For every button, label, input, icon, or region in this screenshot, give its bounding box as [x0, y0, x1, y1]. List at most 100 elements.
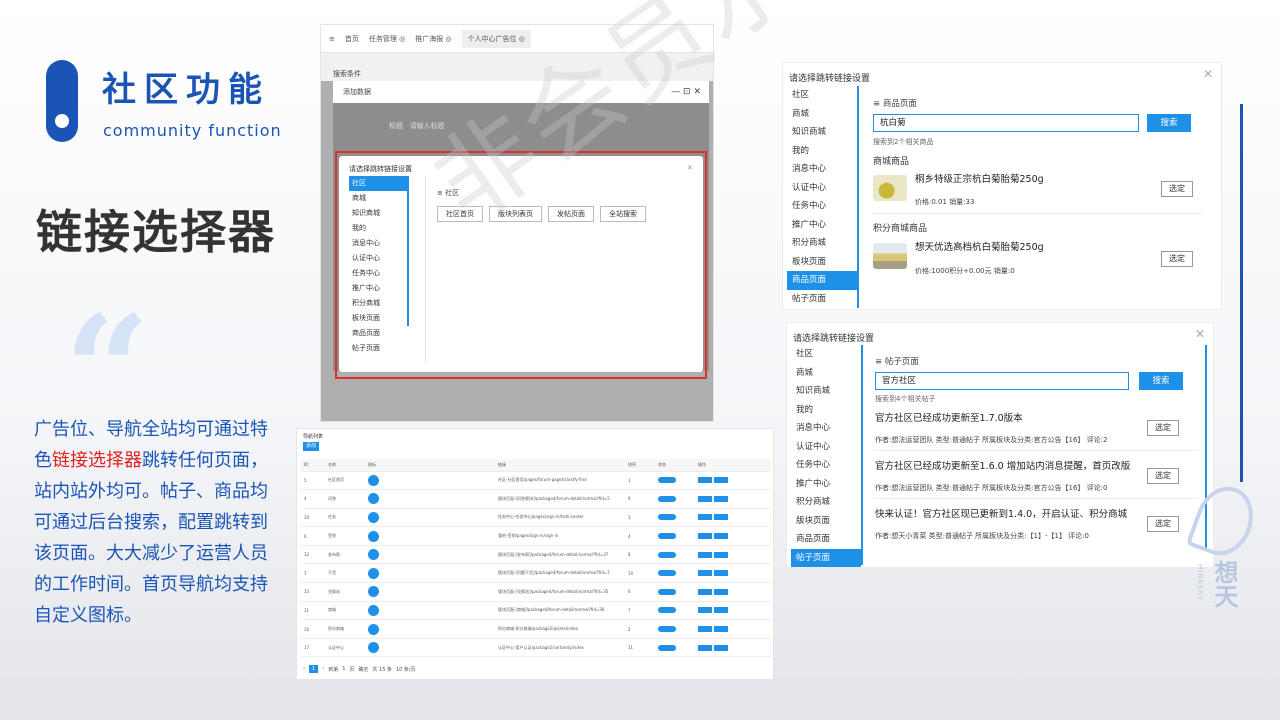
menu-item[interactable]: 商品页面 — [349, 326, 407, 341]
goto-input[interactable]: 1 — [342, 666, 345, 672]
menu-item[interactable]: 知识商城 — [349, 206, 407, 221]
search-button[interactable]: 搜索 — [1139, 372, 1183, 390]
menu-item[interactable]: 社区 — [349, 176, 407, 191]
menu-item[interactable]: 板块页面 — [787, 253, 857, 272]
menu-item[interactable]: 版块页面 — [791, 512, 861, 531]
page-number[interactable]: 1 — [309, 665, 319, 673]
edit-button[interactable] — [698, 570, 712, 577]
status-toggle[interactable] — [658, 588, 676, 595]
status-toggle[interactable] — [658, 533, 676, 540]
edit-button[interactable] — [698, 626, 712, 633]
menu-item[interactable]: 认证中心 — [349, 251, 407, 266]
edit-button[interactable] — [698, 607, 712, 614]
menu-item-active[interactable]: 商品页面 — [787, 271, 857, 290]
add-button[interactable]: 添加 — [303, 442, 319, 451]
close-icon[interactable]: ✕ — [1195, 327, 1205, 341]
confirm-button[interactable]: 确定 — [358, 666, 368, 673]
tab-ad-slot[interactable]: 个人中心广告位 ◎ — [461, 29, 531, 48]
tab-poster[interactable]: 推广海报 ◎ — [415, 34, 451, 44]
delete-button[interactable] — [714, 607, 728, 614]
menu-item[interactable]: 商城 — [349, 191, 407, 206]
status-toggle[interactable] — [658, 607, 676, 614]
delete-button[interactable] — [714, 533, 728, 540]
menu-item[interactable]: 积分商城 — [791, 493, 861, 512]
menu-item[interactable]: 商城 — [787, 105, 857, 124]
tab-task[interactable]: 任务管理 ◎ — [369, 34, 405, 44]
menu-item[interactable]: 推广中心 — [787, 216, 857, 235]
menu-scrollbar[interactable] — [857, 86, 859, 308]
search-button[interactable]: 搜索 — [1147, 114, 1191, 132]
delete-button[interactable] — [714, 626, 728, 633]
menu-item[interactable]: 任务中心 — [787, 197, 857, 216]
menu-item[interactable]: 社区 — [787, 86, 857, 105]
menu-item[interactable]: 认证中心 — [791, 438, 861, 457]
select-button[interactable]: 选定 — [1147, 420, 1179, 436]
status-toggle[interactable] — [658, 495, 676, 502]
menu-item[interactable]: 任务中心 — [791, 456, 861, 475]
menu-scrollbar[interactable] — [407, 176, 409, 326]
product-link-dialog: 请选择跳转链接设置 ✕ 社区 商城 知识商城 我的 消息中心 认证中心 任务中心… — [782, 62, 1222, 310]
delete-button[interactable] — [714, 570, 728, 577]
menu-item[interactable]: 推广中心 — [791, 475, 861, 494]
edit-button[interactable] — [698, 551, 712, 558]
tab-home[interactable]: 首页 — [345, 34, 359, 44]
delete-button[interactable] — [714, 477, 728, 484]
menu-scrollbar[interactable] — [861, 345, 863, 565]
menu-item[interactable]: 推广中心 — [349, 281, 407, 296]
menu-icon[interactable]: ≡ — [329, 35, 335, 43]
edit-button[interactable] — [698, 477, 712, 484]
delete-button[interactable] — [714, 551, 728, 558]
menu-item[interactable]: 我的 — [349, 221, 407, 236]
window-controls-icon[interactable]: — ⊡ ✕ — [671, 87, 701, 97]
select-button[interactable]: 选定 — [1161, 251, 1193, 267]
product-search-input[interactable]: 杭白菊 — [873, 114, 1139, 132]
close-icon[interactable]: ✕ — [687, 164, 693, 174]
prev-page-icon[interactable]: ‹ — [303, 666, 305, 672]
next-page-icon[interactable]: › — [322, 666, 324, 672]
menu-item[interactable]: 消息中心 — [791, 419, 861, 438]
menu-item[interactable]: 知识商城 — [791, 382, 861, 401]
status-toggle[interactable] — [658, 514, 676, 521]
select-button[interactable]: 选定 — [1147, 516, 1179, 532]
post-search-input[interactable]: 官方社区 — [875, 372, 1129, 390]
menu-item[interactable]: 板块页面 — [349, 311, 407, 326]
status-toggle[interactable] — [658, 626, 676, 633]
menu-item[interactable]: 积分商城 — [349, 296, 407, 311]
menu-item[interactable]: 认证中心 — [787, 179, 857, 198]
menu-item[interactable]: 积分商城 — [787, 234, 857, 253]
delete-button[interactable] — [714, 514, 728, 521]
page-size-select[interactable]: 10 条/页 — [396, 666, 416, 673]
menu-item[interactable]: 知识商城 — [787, 123, 857, 142]
menu-item[interactable]: 任务中心 — [349, 266, 407, 281]
site-search-button[interactable]: 全站搜索 — [600, 206, 646, 222]
edit-button[interactable] — [698, 495, 712, 502]
board-list-button[interactable]: 版块列表页 — [489, 206, 542, 222]
menu-item[interactable]: 帖子页面 — [349, 341, 407, 356]
select-button[interactable]: 选定 — [1161, 181, 1193, 197]
menu-item[interactable]: 商城 — [791, 364, 861, 383]
menu-item[interactable]: 消息中心 — [787, 160, 857, 179]
delete-button[interactable] — [714, 495, 728, 502]
status-toggle[interactable] — [658, 644, 676, 651]
select-button[interactable]: 选定 — [1147, 468, 1179, 484]
status-toggle[interactable] — [658, 551, 676, 558]
edit-button[interactable] — [698, 644, 712, 651]
delete-button[interactable] — [714, 644, 728, 651]
edit-button[interactable] — [698, 514, 712, 521]
title-field[interactable]: 标题 请输入标题 — [389, 121, 445, 131]
menu-item-active[interactable]: 帖子页面 — [791, 548, 861, 567]
menu-item[interactable]: 我的 — [791, 401, 861, 420]
menu-item[interactable]: 消息中心 — [349, 236, 407, 251]
delete-button[interactable] — [714, 588, 728, 595]
menu-item[interactable]: 社区 — [791, 345, 861, 364]
community-home-button[interactable]: 社区首页 — [437, 206, 483, 222]
edit-button[interactable] — [698, 533, 712, 540]
menu-item[interactable]: 帖子页面 — [787, 290, 857, 309]
close-icon[interactable]: ✕ — [1203, 67, 1213, 81]
status-toggle[interactable] — [658, 477, 676, 484]
menu-item[interactable]: 我的 — [787, 142, 857, 161]
menu-item[interactable]: 商品页面 — [791, 530, 861, 549]
post-page-button[interactable]: 发帖页面 — [548, 206, 594, 222]
status-toggle[interactable] — [658, 570, 676, 577]
edit-button[interactable] — [698, 588, 712, 595]
